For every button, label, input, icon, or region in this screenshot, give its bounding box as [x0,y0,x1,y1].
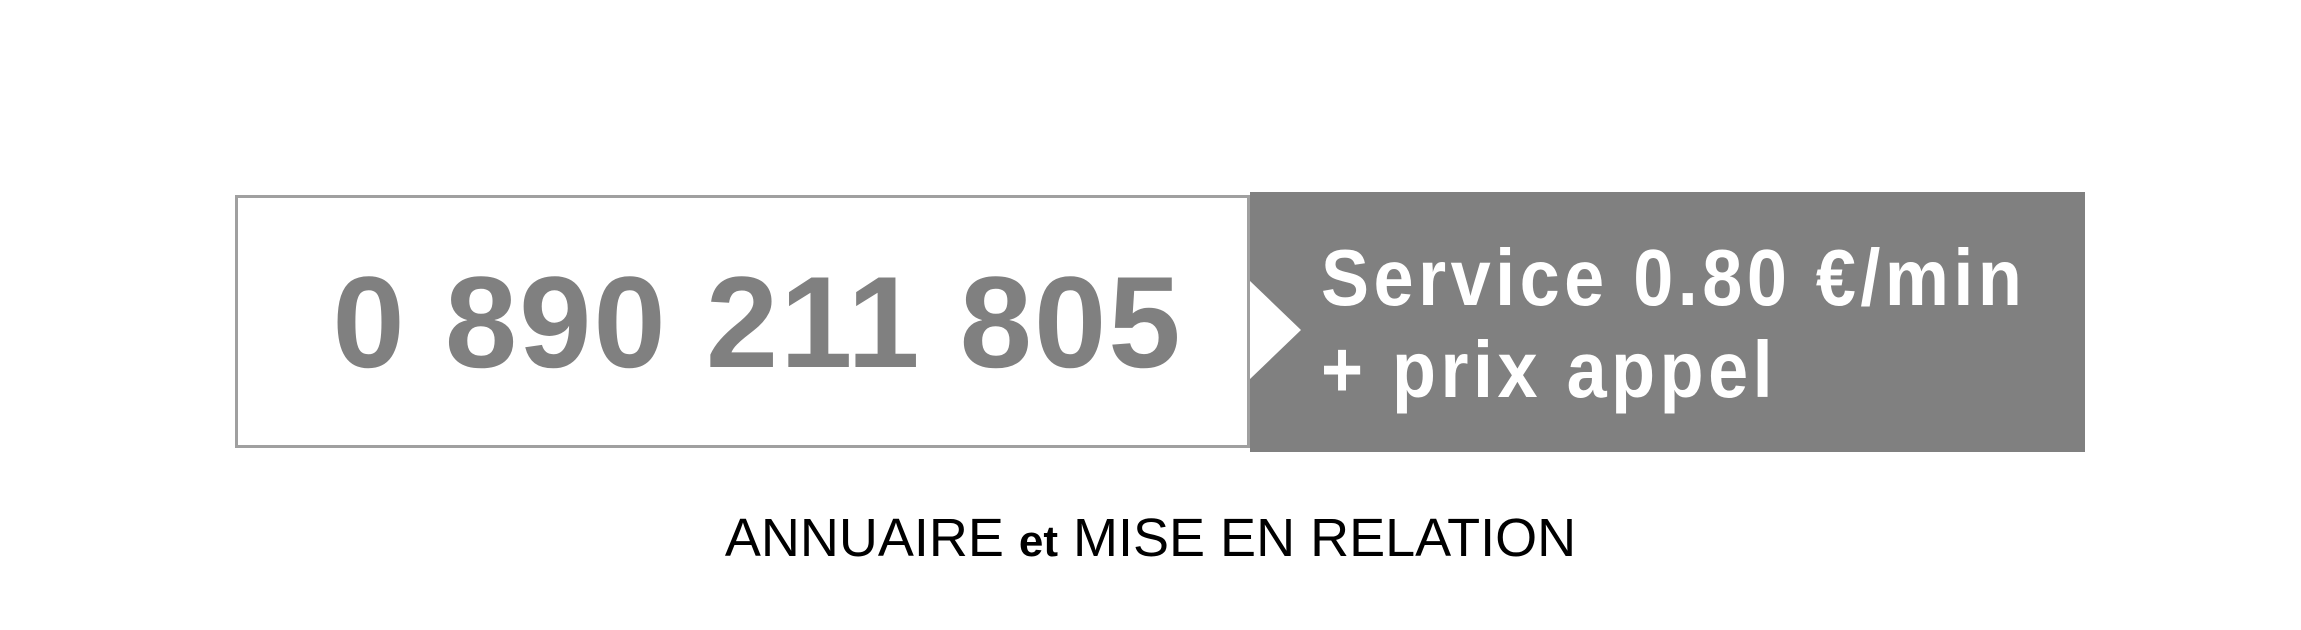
phone-number-box: 0 890 211 805 [235,195,1250,448]
caption-et: et [1018,517,1059,566]
caption-mise-en-relation: MISE EN RELATION [1058,508,1577,568]
call-price-line: + prix appel [1321,325,1778,414]
caption-annuaire: ANNUAIRE [724,508,1019,568]
caption: ANNUAIRE et MISE EN RELATION [0,507,2301,569]
service-price-text: Service 0.80 €/min + prix appel [1321,232,2026,416]
phone-number[interactable]: 0 890 211 805 [238,198,1247,445]
service-price-line: Service 0.80 €/min [1321,233,2027,322]
service-number-banner: 0 890 211 805 Service 0.80 €/min + prix … [235,192,2085,452]
